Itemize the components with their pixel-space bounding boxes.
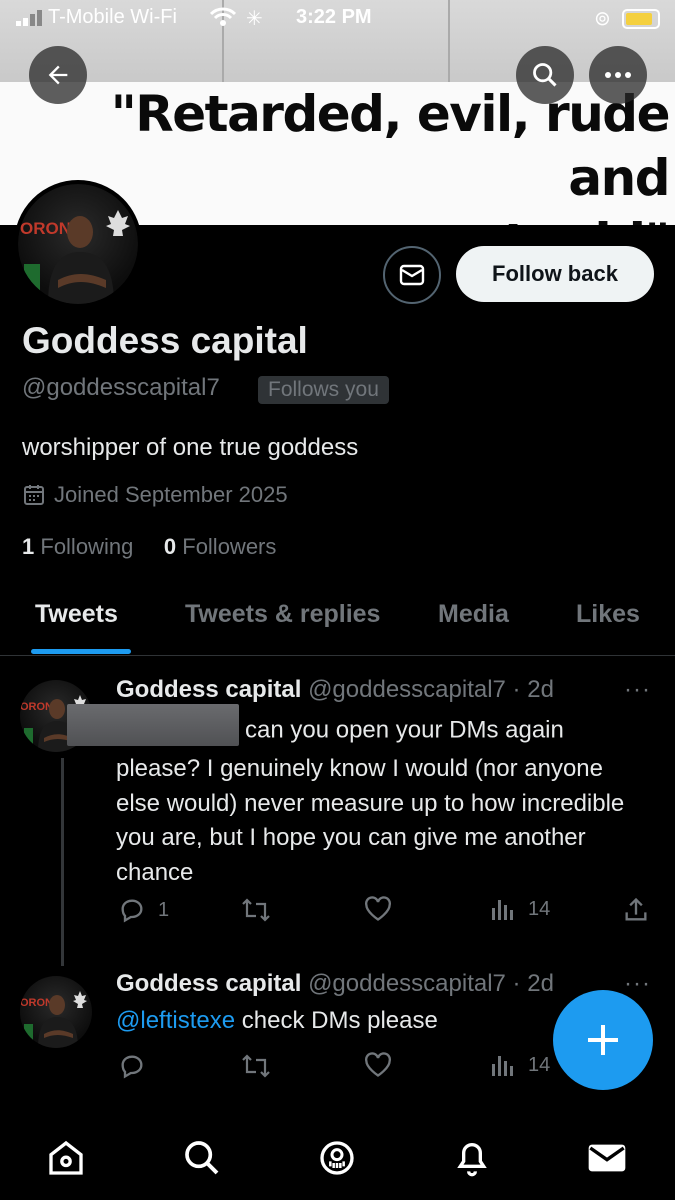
tweet-text-rest: please? I genuinely know I would (nor an…: [116, 755, 625, 886]
tweet-more-button[interactable]: ···: [624, 676, 651, 704]
share-icon: [625, 897, 647, 921]
like-button[interactable]: [364, 896, 404, 922]
clock-time: 3:22 PM: [296, 6, 372, 28]
calendar-icon: [24, 485, 44, 505]
tweet-handle-time: @goddesscapital7 · 2d: [308, 676, 554, 703]
tweet-author-name[interactable]: Goddess capital: [116, 676, 301, 703]
more-options-button[interactable]: [589, 46, 647, 104]
heart-icon: [365, 896, 391, 921]
reply-button[interactable]: 1: [118, 896, 169, 924]
avatar-figure: ORON: [20, 210, 130, 304]
tab-tweets[interactable]: Tweets: [35, 600, 118, 629]
follow-counts: 1 Following 0 Followers: [22, 534, 276, 560]
follow-back-button[interactable]: Follow back: [456, 246, 654, 302]
tweet-more-button[interactable]: ···: [624, 970, 651, 998]
following-count: 1: [22, 534, 35, 559]
more-icon: [605, 72, 631, 78]
tweet-avatar-figure: ORON: [20, 991, 87, 1048]
like-button[interactable]: [364, 1052, 404, 1078]
arrow-left-icon: [48, 65, 68, 85]
envelope-icon: [588, 1144, 626, 1172]
nav-notifications[interactable]: [450, 1136, 494, 1180]
retweet-icon: [242, 898, 270, 922]
status-bar: T-Mobile Wi-Fi ✳ 3:22 PM ⊚: [0, 0, 675, 36]
follows-you-badge: Follows you: [258, 376, 389, 404]
retweet-button[interactable]: [240, 896, 284, 924]
tweet-text-line1: can you open your DMs again: [245, 716, 564, 744]
profile-avatar[interactable]: ORON: [14, 180, 142, 308]
compose-tweet-button[interactable]: [553, 990, 653, 1090]
tweet-author-name[interactable]: Goddess capital: [116, 970, 301, 997]
followers-label: Followers: [182, 534, 277, 559]
mail-icon: [399, 264, 425, 286]
search-icon: [185, 1141, 219, 1175]
tweet-text: can you open your DMs again please? I ge…: [67, 704, 646, 890]
views-count: 14: [528, 897, 551, 920]
thread-connector: [61, 758, 64, 966]
following-link[interactable]: 1 Following: [22, 534, 133, 559]
profile-handle: @goddesscapital7: [22, 374, 220, 401]
signal-icon: [16, 10, 42, 26]
avatar-photo: ORON: [18, 184, 138, 304]
tab-likes[interactable]: Likes: [576, 600, 640, 629]
home-icon: [49, 1140, 83, 1175]
retweet-button[interactable]: [240, 1052, 284, 1080]
carrier-label: T-Mobile Wi-Fi: [48, 6, 177, 28]
tweet-avatar[interactable]: ORON: [20, 976, 92, 1048]
tweet-avatar-lettering: ORON: [20, 701, 53, 713]
reply-count: 1: [158, 898, 170, 921]
tweet-header: Goddess capital @goddesscapital7 · 2d: [116, 970, 554, 998]
nav-messages[interactable]: [585, 1136, 629, 1180]
retweet-icon: [242, 1054, 270, 1078]
followers-link[interactable]: 0 Followers: [164, 534, 277, 559]
mention-link[interactable]: @leftistexe: [116, 1007, 235, 1034]
heart-icon: [365, 1052, 391, 1077]
redacted-mention: [67, 704, 239, 746]
profile-tabs: Tweets Tweets & replies Media Likes: [0, 592, 675, 656]
bottom-navigation: [0, 1120, 675, 1200]
views-button[interactable]: 14: [490, 1052, 550, 1078]
wifi-icon: [210, 7, 236, 26]
reply-icon: [121, 899, 143, 923]
tweet-handle-time: @goddesscapital7 · 2d: [308, 970, 554, 997]
plus-icon: [588, 1025, 618, 1055]
search-button[interactable]: [516, 46, 574, 104]
followers-count: 0: [163, 534, 177, 559]
joined-text: Joined September 2025: [54, 482, 288, 507]
battery-icon: [622, 9, 660, 29]
active-tab-indicator: [31, 649, 131, 654]
share-button[interactable]: [622, 896, 650, 924]
nav-spaces[interactable]: [315, 1136, 359, 1180]
views-icon: [492, 900, 513, 920]
views-icon: [492, 1056, 513, 1076]
profile-bio: worshipper of one true goddess: [22, 434, 359, 461]
nav-search[interactable]: [180, 1136, 224, 1180]
reply-icon: [121, 1055, 143, 1079]
following-label: Following: [40, 534, 134, 559]
tab-tweets-and-replies[interactable]: Tweets & replies: [185, 600, 380, 629]
spaces-icon: [320, 1141, 354, 1175]
tab-media[interactable]: Media: [438, 600, 509, 629]
nav-home[interactable]: [44, 1136, 88, 1180]
profile-display-name: Goddess capital: [22, 320, 308, 361]
tweet-text-content: check DMs please: [241, 1007, 438, 1034]
tweet-avatar-lettering: ORON: [20, 997, 53, 1009]
back-button[interactable]: [29, 46, 87, 104]
bell-icon: [457, 1143, 487, 1177]
views-count: 14: [528, 1053, 551, 1076]
tweet-actions: 1 14: [116, 896, 656, 926]
message-button[interactable]: [383, 246, 441, 304]
activity-spinner-icon: ✳: [246, 8, 263, 30]
tweet-header: Goddess capital @goddesscapital7 · 2d: [116, 676, 554, 704]
views-button[interactable]: 14: [490, 896, 550, 922]
reply-button[interactable]: [118, 1052, 158, 1080]
search-icon: [533, 63, 557, 87]
avatar-lettering: ORON: [20, 219, 71, 238]
joined-date: Joined September 2025: [22, 482, 288, 508]
rotation-lock-icon: ⊚: [594, 8, 611, 30]
